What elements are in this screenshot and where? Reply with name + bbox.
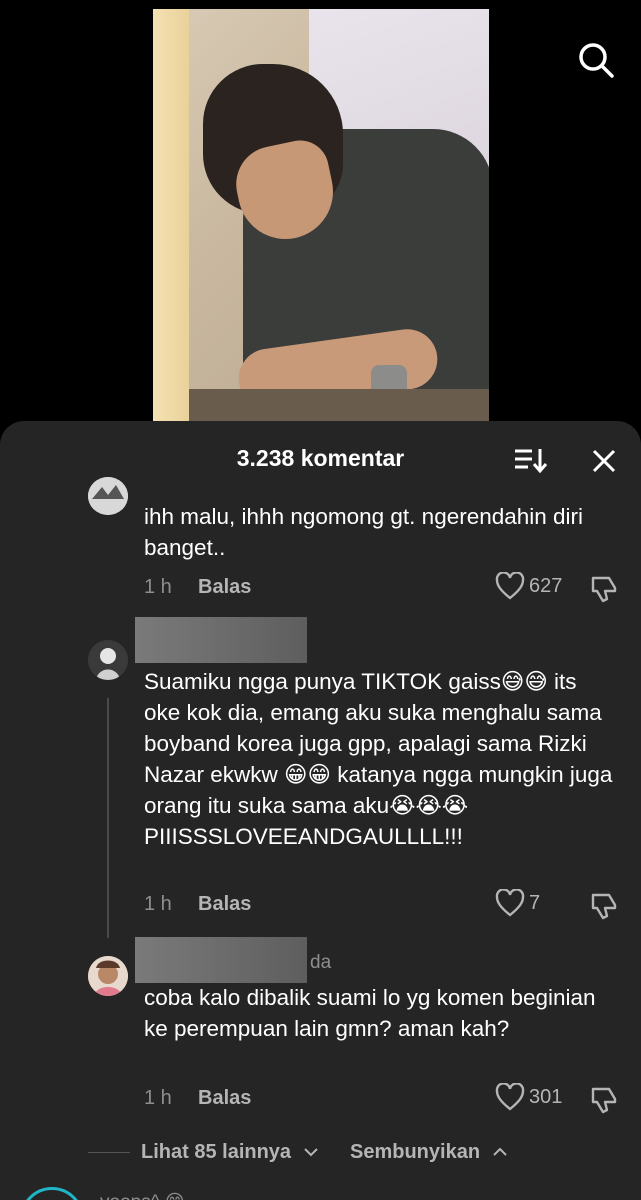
comment-text: Suamiku ngga punya TIKTOK gaiss😅😅 its ok… (144, 669, 619, 849)
close-icon (592, 449, 616, 473)
like-count: 627 (529, 574, 563, 597)
hide-label: Sembunyikan (350, 1141, 481, 1163)
username-redacted (135, 937, 307, 983)
dislike-icon (591, 893, 617, 920)
avatar[interactable] (20, 1187, 84, 1200)
heart-icon (495, 1083, 525, 1111)
comment-text: ihh malu, ihhh ngomong gt. ngerendahin d… (144, 504, 590, 560)
close-button[interactable] (588, 445, 620, 477)
dislike-button[interactable] (589, 1085, 619, 1115)
search-button[interactable] (574, 38, 618, 82)
dislike-icon (591, 576, 617, 603)
comment-time: 1 h (144, 1087, 172, 1109)
avatar[interactable] (88, 477, 128, 515)
dislike-button[interactable] (589, 891, 619, 921)
thread-controls: Lihat 85 lainnya Sembunyikan (0, 1135, 641, 1165)
like-button[interactable]: 301 (495, 1083, 562, 1111)
thread-line (107, 698, 109, 938)
chevron-up-icon (492, 1147, 507, 1156)
like-count: 301 (529, 1085, 563, 1108)
heart-icon (495, 889, 525, 917)
avatar[interactable] (88, 640, 128, 680)
like-count: 7 (529, 891, 541, 914)
reply-button[interactable]: Balas (198, 1087, 251, 1110)
video-thumbnail[interactable] (153, 9, 489, 427)
comment-username: yoops^ 😊 (100, 1191, 185, 1200)
comment-time: 1 h (144, 893, 172, 915)
comments-sheet: 3.238 komentar ihh malu, ihhh ngomong gt… (0, 421, 641, 1200)
view-more-label: Lihat 85 lainnya (141, 1141, 292, 1163)
view-more-replies-button[interactable]: Lihat 85 lainnya (141, 1141, 319, 1164)
comment-time: 1 h (144, 576, 172, 598)
chevron-down-icon (303, 1148, 318, 1157)
heart-icon (495, 572, 525, 600)
sort-button[interactable] (512, 445, 548, 475)
username-redacted (135, 617, 307, 663)
like-button[interactable]: 7 (495, 889, 540, 917)
reply-button[interactable]: Balas (198, 893, 251, 916)
sort-icon (515, 449, 548, 474)
username-suffix: da (310, 952, 332, 973)
dislike-button[interactable] (589, 574, 619, 604)
search-icon (579, 43, 614, 78)
video-player[interactable] (0, 0, 641, 440)
avatar[interactable] (88, 956, 128, 996)
comment-text: coba kalo dibalik suami lo yg komen begi… (144, 985, 602, 1041)
like-button[interactable]: 627 (495, 572, 562, 600)
reply-button[interactable]: Balas (198, 576, 251, 599)
hide-replies-button[interactable]: Sembunyikan (350, 1141, 508, 1164)
dislike-icon (591, 1087, 617, 1114)
